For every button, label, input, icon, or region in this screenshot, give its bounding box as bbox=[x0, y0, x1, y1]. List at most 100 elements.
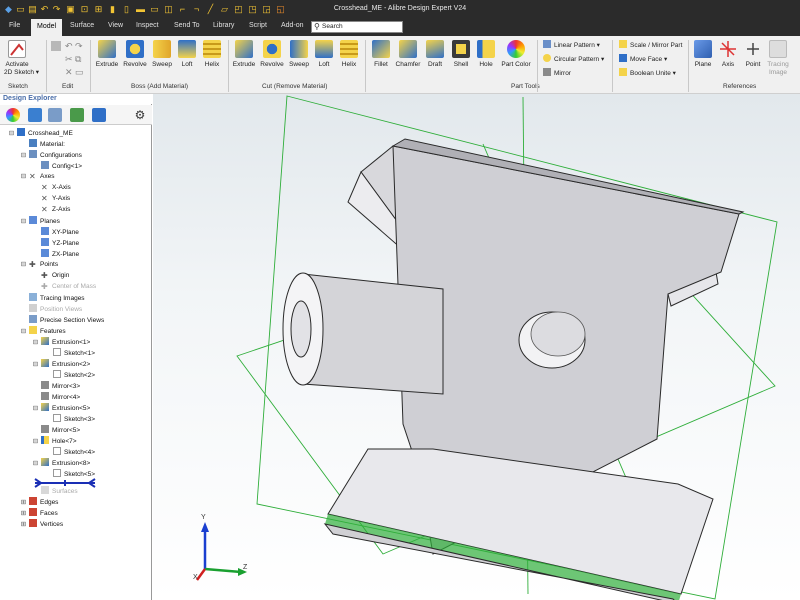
tree-item-material[interactable]: Material: bbox=[20, 139, 65, 149]
expand-toggle-icon[interactable]: ⊞ bbox=[20, 509, 27, 519]
move-face-button[interactable]: Move Face ▾ bbox=[619, 54, 667, 63]
tree-item-tracing-images[interactable]: Tracing Images bbox=[20, 293, 85, 303]
tree-item-vertices[interactable]: ⊞ Vertices bbox=[20, 519, 63, 529]
cut-sweep-button[interactable]: Sweep bbox=[286, 40, 312, 82]
color-wheel-icon[interactable] bbox=[6, 108, 20, 122]
tree-item-sketch-1[interactable]: Sketch<1> bbox=[44, 348, 95, 358]
boss-helix-button[interactable]: Helix bbox=[199, 40, 225, 82]
plane-button[interactable]: Plane bbox=[690, 40, 716, 82]
tree-item-surfaces[interactable]: Surfaces bbox=[32, 486, 78, 496]
boss-sweep-button[interactable]: Sweep bbox=[149, 40, 175, 82]
clipboard-icon[interactable] bbox=[51, 41, 61, 51]
boss-revolve-button[interactable]: Revolve bbox=[122, 40, 148, 82]
menu-add-on[interactable]: Add-on bbox=[281, 22, 304, 29]
boolean-unite-button[interactable]: Boolean Unite ▾ bbox=[619, 68, 676, 77]
menu-surface[interactable]: Surface bbox=[70, 22, 94, 29]
hole-button[interactable]: Hole bbox=[473, 40, 499, 82]
tree-item-zx-plane[interactable]: ZX-Plane bbox=[32, 249, 79, 259]
tree-item-sketch-4[interactable]: Sketch<4> bbox=[44, 447, 95, 457]
menu-script[interactable]: Script bbox=[249, 22, 267, 29]
collapse-toggle-icon[interactable]: ⊟ bbox=[32, 459, 39, 469]
collapse-toggle-icon[interactable]: ⊟ bbox=[32, 338, 39, 348]
paste-icon[interactable]: ▭ bbox=[75, 67, 84, 78]
copy-icon[interactable]: ⧉ bbox=[75, 54, 81, 65]
collapse-toggle-icon[interactable]: ⊟ bbox=[20, 172, 27, 182]
tree-item-yz-plane[interactable]: YZ-Plane bbox=[32, 238, 79, 248]
point-button[interactable]: Point bbox=[740, 40, 766, 82]
expand-toggle-icon[interactable]: ⊞ bbox=[20, 498, 27, 508]
tree-item-position-views[interactable]: Position Views bbox=[20, 304, 82, 314]
chamfer-button[interactable]: Chamfer bbox=[395, 40, 421, 82]
search-input[interactable]: ⚲ Search bbox=[311, 21, 403, 33]
expand-toggle-icon[interactable]: ⊞ bbox=[20, 520, 27, 530]
part-color-button[interactable]: Part Color bbox=[500, 40, 532, 82]
shell-button[interactable]: Shell bbox=[448, 40, 474, 82]
tree-item-root[interactable]: ⊟ Crosshead_ME bbox=[8, 128, 73, 138]
delete-icon[interactable]: ✕ bbox=[65, 67, 73, 78]
collapse-toggle-icon[interactable]: ⊟ bbox=[32, 404, 39, 414]
tree-item-edges[interactable]: ⊞ Edges bbox=[20, 497, 58, 507]
collapse-toggle-icon[interactable]: ⊟ bbox=[20, 327, 27, 337]
scale-mirror-part-button[interactable]: Scale / Mirror Part bbox=[619, 40, 682, 49]
display-icon[interactable] bbox=[70, 108, 84, 122]
3d-viewport[interactable]: Y Z X bbox=[153, 94, 800, 600]
cut-icon[interactable]: ✂ bbox=[65, 54, 73, 65]
tree-item-configurations[interactable]: ⊟ Configurations bbox=[20, 150, 82, 160]
circular-pattern-button[interactable]: Circular Pattern ▾ bbox=[543, 54, 604, 63]
cut-loft-button[interactable]: Loft bbox=[311, 40, 337, 82]
tree-item-origin[interactable]: ✚ Origin bbox=[32, 271, 69, 281]
tree-item-planes[interactable]: ⊟ Planes bbox=[20, 216, 60, 226]
menu-send-to[interactable]: Send To bbox=[174, 22, 200, 29]
tree-item-z-axis[interactable]: ✕ Z-Axis bbox=[32, 205, 70, 215]
tree-item-mirror-5[interactable]: Mirror<5> bbox=[32, 425, 80, 435]
axis-button[interactable]: Axis bbox=[715, 40, 741, 82]
tree-view-icon[interactable] bbox=[92, 108, 106, 122]
tree-item-sketch-2[interactable]: Sketch<2> bbox=[44, 370, 95, 380]
tree-item-sketch-3[interactable]: Sketch<3> bbox=[44, 414, 95, 424]
collapse-toggle-icon[interactable]: ⊟ bbox=[32, 360, 39, 370]
tree-item-hole-7[interactable]: ⊟ Hole<7> bbox=[32, 436, 77, 446]
cut-revolve-button[interactable]: Revolve bbox=[259, 40, 285, 82]
tree-item-center-of-mass[interactable]: ✚ Center of Mass bbox=[32, 282, 96, 292]
collapse-toggle-icon[interactable]: ⊟ bbox=[8, 129, 15, 139]
tree-item-mirror-4[interactable]: Mirror<4> bbox=[32, 392, 80, 402]
tree-item-extrusion-8[interactable]: ⊟ Extrusion<8> bbox=[32, 458, 90, 468]
gear-icon[interactable]: ⚙ bbox=[133, 108, 147, 122]
collapse-toggle-icon[interactable]: ⊟ bbox=[20, 217, 27, 227]
boss-loft-button[interactable]: Loft bbox=[174, 40, 200, 82]
mirror-button[interactable]: Mirror bbox=[543, 68, 571, 77]
collapse-toggle-icon[interactable]: ⊟ bbox=[20, 151, 27, 161]
axis-triad[interactable]: Y Z X bbox=[193, 514, 253, 584]
tree-item-y-axis[interactable]: ✕ Y-Axis bbox=[32, 194, 70, 204]
menu-file[interactable]: File bbox=[9, 22, 20, 29]
linear-pattern-button[interactable]: Linear Pattern ▾ bbox=[543, 40, 600, 49]
redo-edit-icon[interactable]: ↷ bbox=[75, 41, 83, 52]
menu-model[interactable]: Model bbox=[31, 19, 63, 36]
menu-inspect[interactable]: Inspect bbox=[136, 22, 159, 29]
cut-extrude-button[interactable]: Extrude bbox=[231, 40, 257, 82]
activate-2d-sketch-button[interactable]: Activate 2D Sketch ▾ bbox=[4, 40, 39, 82]
cut-helix-button[interactable]: Helix bbox=[336, 40, 362, 82]
menu-view[interactable]: View bbox=[108, 22, 123, 29]
tracing-image-button[interactable]: Tracing Image bbox=[765, 40, 791, 82]
tree-item-config-1[interactable]: Config<1> bbox=[32, 161, 82, 171]
tree-item-x-axis[interactable]: ✕ X-Axis bbox=[32, 183, 71, 193]
tree-item-extrusion-5[interactable]: ⊟ Extrusion<5> bbox=[32, 403, 90, 413]
tree-item-features[interactable]: ⊟ Features bbox=[20, 326, 66, 336]
tree-item-points[interactable]: ⊟ ✚ Points bbox=[20, 260, 58, 270]
tree-item-extrusion-2[interactable]: ⊟ Extrusion<2> bbox=[32, 359, 90, 369]
layers-icon[interactable] bbox=[48, 108, 62, 122]
undo-edit-icon[interactable]: ↶ bbox=[65, 41, 73, 52]
tree-item-axes[interactable]: ⊟ ✕ Axes bbox=[20, 172, 55, 182]
tree-item-faces[interactable]: ⊞ Faces bbox=[20, 508, 58, 518]
tree-item-mirror-3[interactable]: Mirror<3> bbox=[32, 381, 80, 391]
menu-library[interactable]: Library bbox=[213, 22, 234, 29]
tree-item-precise-section-views[interactable]: Precise Section Views bbox=[20, 315, 104, 325]
collapse-toggle-icon[interactable]: ⊟ bbox=[20, 260, 27, 270]
tree-item-xy-plane[interactable]: XY-Plane bbox=[32, 227, 79, 237]
draft-button[interactable]: Draft bbox=[422, 40, 448, 82]
boss-extrude-button[interactable]: Extrude bbox=[94, 40, 120, 82]
fillet-button[interactable]: Fillet bbox=[368, 40, 394, 82]
collapse-toggle-icon[interactable]: ⊟ bbox=[32, 437, 39, 447]
tree-item-extrusion-1[interactable]: ⊟ Extrusion<1> bbox=[32, 337, 90, 347]
